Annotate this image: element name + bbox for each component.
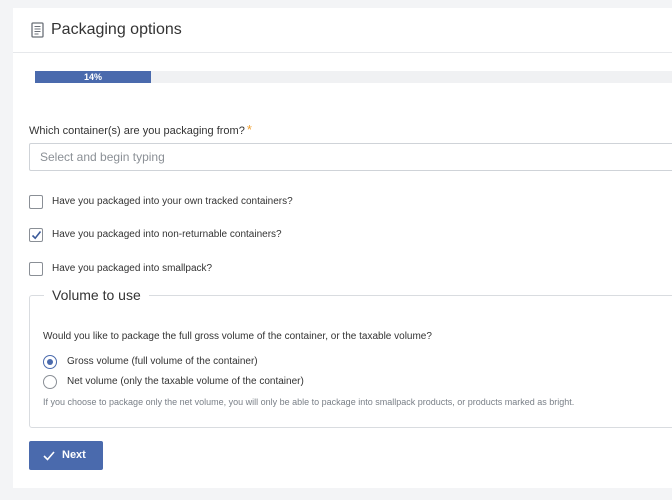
net-volume-radio[interactable] <box>43 375 57 389</box>
checkbox-row-smallpack[interactable]: Have you packaged into smallpack? <box>29 262 269 278</box>
volume-legend: Volume to use <box>44 286 149 304</box>
required-asterisk: * <box>246 122 252 137</box>
net-volume-label: Net volume (only the taxable volume of t… <box>67 376 304 387</box>
container-question-label: Which container(s) are you packaging fro… <box>29 122 252 137</box>
radio-selected-dot <box>47 359 53 365</box>
container-select[interactable] <box>29 143 672 171</box>
container-question-text: Which container(s) are you packaging fro… <box>29 125 245 137</box>
smallpack-label: Have you packaged into smallpack? <box>52 263 213 274</box>
next-button[interactable]: Next <box>29 441 103 470</box>
document-icon <box>31 22 45 38</box>
gross-volume-label: Gross volume (full volume of the contain… <box>67 356 258 367</box>
checkmark-icon <box>31 231 42 240</box>
volume-question: Would you like to package the full gross… <box>43 331 432 342</box>
non-returnable-checkbox[interactable] <box>29 228 43 242</box>
progress-bar: 14% <box>35 71 672 83</box>
packaging-card: Packaging options 14% Which container(s)… <box>13 8 672 488</box>
gross-volume-radio[interactable] <box>43 355 57 369</box>
progress-fill: 14% <box>35 71 152 83</box>
volume-fieldset: Volume to use Would you like to package … <box>29 286 672 428</box>
container-search-input[interactable] <box>40 149 640 165</box>
tracked-containers-label: Have you packaged into your own tracked … <box>52 196 293 207</box>
card-header: Packaging options <box>13 8 672 53</box>
volume-help-text: If you choose to package only the net vo… <box>43 397 575 407</box>
radio-row-gross[interactable]: Gross volume (full volume of the contain… <box>43 355 303 371</box>
next-button-label: Next <box>62 449 86 461</box>
checkmark-icon <box>43 451 55 461</box>
checkbox-row-tracked[interactable]: Have you packaged into your own tracked … <box>29 195 349 211</box>
radio-row-net[interactable]: Net volume (only the taxable volume of t… <box>43 375 343 391</box>
smallpack-checkbox[interactable] <box>29 262 43 276</box>
page-title: Packaging options <box>51 21 182 38</box>
checkbox-row-non-returnable[interactable]: Have you packaged into non-returnable co… <box>29 228 349 244</box>
non-returnable-label: Have you packaged into non-returnable co… <box>52 229 282 240</box>
tracked-containers-checkbox[interactable] <box>29 195 43 209</box>
